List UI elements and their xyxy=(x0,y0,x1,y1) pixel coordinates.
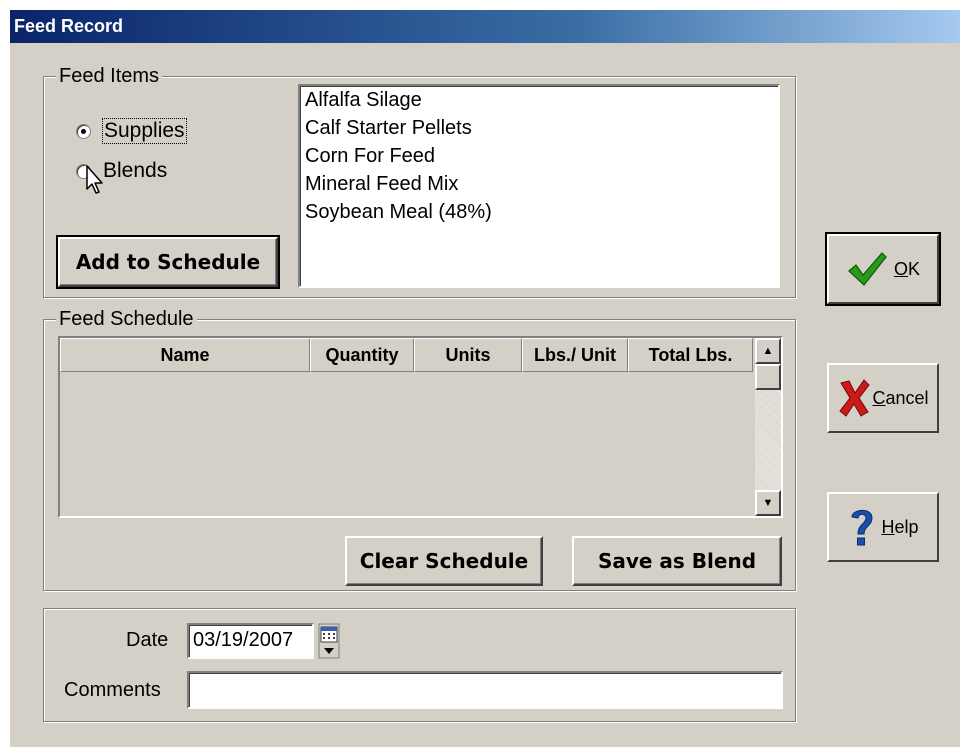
checkmark-icon xyxy=(848,252,887,286)
column-header-name[interactable]: Name xyxy=(60,338,310,372)
comments-field[interactable] xyxy=(187,671,783,709)
cancel-mnemonic: C xyxy=(872,387,886,408)
save-as-blend-button[interactable]: Save as Blend xyxy=(572,536,782,586)
ok-label: K xyxy=(908,258,921,279)
title-bar: Feed Record xyxy=(10,10,960,43)
mouse-cursor-icon xyxy=(86,165,103,194)
feed-items-legend: Feed Items xyxy=(56,64,163,88)
grid-scrollbar[interactable]: ▲ ▼ xyxy=(755,338,781,516)
list-item[interactable]: Corn For Feed xyxy=(300,142,778,170)
column-header-quantity[interactable]: Quantity xyxy=(310,338,414,372)
scroll-down-arrow-icon: ▼ xyxy=(762,497,774,509)
feed-items-list[interactable]: Alfalfa Silage Calf Starter Pellets Corn… xyxy=(298,84,780,288)
feed-schedule-grid[interactable]: Name Quantity Units Lbs./ Unit Total Lbs… xyxy=(58,336,783,518)
supplies-radio-button[interactable] xyxy=(76,123,91,139)
list-item[interactable]: Soybean Meal (48%) xyxy=(300,198,778,226)
column-header-units[interactable]: Units xyxy=(414,338,522,372)
list-item[interactable]: Mineral Feed Mix xyxy=(300,170,778,198)
date-field[interactable]: 03/19/2007 xyxy=(187,623,314,659)
date-comments-group: Date 03/19/2007 Comments xyxy=(43,608,796,722)
feed-schedule-legend: Feed Schedule xyxy=(56,307,197,331)
help-label: elp xyxy=(894,516,919,537)
list-item[interactable]: Alfalfa Silage xyxy=(300,86,778,114)
cancel-button[interactable]: Cancel xyxy=(827,363,939,433)
red-x-icon xyxy=(839,379,871,417)
question-mark-icon xyxy=(851,509,873,546)
ok-mnemonic: O xyxy=(893,258,908,279)
grid-header: Name Quantity Units Lbs./ Unit Total Lbs… xyxy=(60,338,753,372)
column-header-lbs-unit[interactable]: Lbs./ Unit xyxy=(522,338,628,372)
calendar-icon[interactable] xyxy=(318,623,340,659)
supplies-radio[interactable]: Supplies xyxy=(76,118,187,144)
ok-button[interactable]: OK xyxy=(825,232,941,306)
blends-radio-label: Blends xyxy=(103,159,168,182)
scroll-up-arrow-icon: ▲ xyxy=(762,345,774,357)
scroll-thumb[interactable] xyxy=(755,364,781,390)
feed-schedule-group: Feed Schedule Name Quantity Units Lbs./ … xyxy=(43,307,796,591)
help-button[interactable]: Help xyxy=(827,492,939,562)
supplies-radio-label: Supplies xyxy=(102,118,187,144)
feed-items-group: Feed Items Supplies Blends Add to Schedu… xyxy=(43,64,796,298)
scroll-down-button[interactable]: ▼ xyxy=(755,490,781,516)
help-mnemonic: H xyxy=(881,516,895,537)
column-header-total-lbs[interactable]: Total Lbs. xyxy=(628,338,753,372)
list-item[interactable]: Calf Starter Pellets xyxy=(300,114,778,142)
scroll-up-button[interactable]: ▲ xyxy=(755,338,781,364)
feed-record-window: Feed Record Feed Items Supplies Blends A… xyxy=(9,9,960,747)
add-to-schedule-button[interactable]: Add to Schedule xyxy=(56,235,280,289)
cancel-label: ancel xyxy=(885,387,929,408)
date-label: Date xyxy=(126,629,169,651)
clear-schedule-button[interactable]: Clear Schedule xyxy=(345,536,543,586)
comments-label: Comments xyxy=(64,679,161,701)
